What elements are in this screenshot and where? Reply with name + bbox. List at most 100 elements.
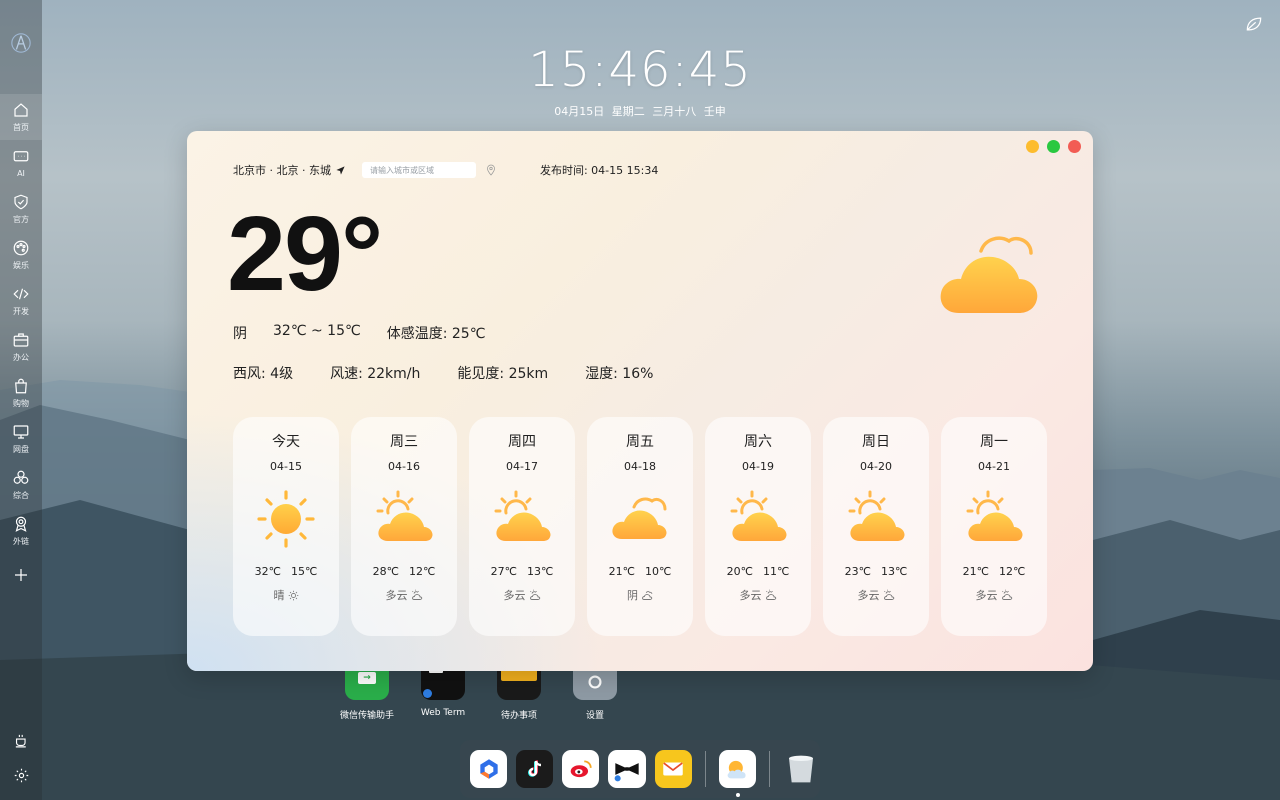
- forecast-temps: 20℃ 11℃: [727, 565, 790, 578]
- forecast-day: 周日: [862, 434, 890, 450]
- tiktok-icon: [527, 760, 541, 777]
- award-icon: [15, 516, 27, 532]
- add-category-button[interactable]: [0, 560, 42, 590]
- forecast-day: 周三: [390, 434, 418, 450]
- coffee-icon[interactable]: [13, 732, 30, 749]
- sidebar-item-label: 综合: [13, 491, 29, 500]
- sidebar-item-label: 娱乐: [13, 261, 29, 270]
- forecast-date: 04-21: [978, 460, 1010, 473]
- sidebar-item-office[interactable]: 办公: [0, 324, 42, 370]
- location-selector[interactable]: 北京市 · 北京 · 东城: [233, 162, 346, 178]
- forecast-condition: 多云: [740, 587, 777, 603]
- forecast-condition-text: 多云: [857, 589, 880, 602]
- running-indicator: [735, 793, 740, 797]
- sidebar-item-shopping[interactable]: 购物: [0, 370, 42, 416]
- dock-tiktok[interactable]: [516, 750, 554, 788]
- trash-icon: [789, 755, 814, 783]
- forecast-date: 04-19: [742, 460, 774, 473]
- forecast-high: 32℃: [254, 565, 281, 578]
- weather-app-icon: [727, 760, 746, 779]
- forecast-card[interactable]: 周六 04-19 20℃ 11℃ 多云: [705, 417, 811, 636]
- clock-date: 04月15日 星期二 三月十八 壬申: [554, 105, 726, 118]
- sidebar-item-netdisk[interactable]: 网盘: [0, 416, 42, 462]
- forecast-low: 12℃: [409, 565, 436, 578]
- dock-bowtie-app[interactable]: [608, 750, 646, 788]
- forecast-temps: 27℃ 13℃: [491, 565, 554, 578]
- forecast-day: 今天: [272, 434, 300, 450]
- palette-icon: [13, 240, 29, 256]
- partly-cloudy-icon: [962, 487, 1026, 551]
- partly-cloudy-icon: [726, 487, 790, 551]
- minimize-button[interactable]: [1026, 140, 1039, 153]
- bowtie-icon: [614, 763, 639, 782]
- city-search-input[interactable]: [361, 162, 476, 178]
- sidebar-item-official[interactable]: 官方: [0, 186, 42, 232]
- forecast-day: 周四: [508, 434, 536, 450]
- cloudy-icon: [608, 487, 672, 551]
- forecast-card[interactable]: 周五 04-18 21℃ 10℃ 阴: [587, 417, 693, 636]
- forecast-card[interactable]: 周日 04-20 23℃ 13℃ 多云: [823, 417, 929, 636]
- forecast-date: 04-17: [506, 460, 538, 473]
- sidebar-item-dev[interactable]: 开发: [0, 278, 42, 324]
- desktop-icon-label: 微信传输助手: [340, 711, 395, 721]
- forecast-high: 20℃: [726, 565, 753, 578]
- plus-icon: [15, 569, 27, 581]
- sidebar-item-label: 网盘: [13, 445, 29, 454]
- forecast-card[interactable]: 周四 04-17 27℃ 13℃ 多云: [469, 417, 575, 636]
- sidebar-item-label: 开发: [13, 307, 29, 316]
- weibo-icon: [570, 760, 592, 778]
- sidebar-item-entertainment[interactable]: 娱乐: [0, 232, 42, 278]
- sidebar-item-links[interactable]: 外链: [0, 508, 42, 554]
- clock-time: 15:46:45: [528, 42, 752, 98]
- forecast-high: 27℃: [490, 565, 517, 578]
- gear-icon[interactable]: [13, 767, 30, 784]
- desktop-icons: → 微信传输助手 Web Term 待办事项 设置: [340, 664, 622, 721]
- feels-like: 体感温度: 25℃: [386, 326, 486, 342]
- dock: [460, 740, 820, 798]
- weather-topbar: 北京市 · 北京 · 东城 发布时间: 04-15 15:34: [233, 162, 658, 178]
- dock-separator: [704, 751, 706, 787]
- navigation-arrow-icon: [336, 165, 345, 175]
- dock-mail[interactable]: [654, 750, 692, 788]
- forecast-condition: 多云: [858, 587, 895, 603]
- dock-weather[interactable]: [718, 750, 756, 797]
- forecast-temps: 32℃ 15℃: [255, 565, 318, 578]
- app-store-icon: [479, 759, 498, 779]
- shopping-bag-icon: [15, 378, 27, 394]
- forecast-card[interactable]: 周三 04-16 28℃ 12℃ 多云: [351, 417, 457, 636]
- desktop-icon-todo[interactable]: 待办事项: [492, 664, 546, 721]
- sidebar-item-label: AI: [17, 169, 25, 178]
- forecast-date: 04-15: [270, 460, 302, 473]
- current-details-row: 西风: 4级 风速: 22km/h 能见度: 25km 湿度: 16%: [233, 363, 690, 383]
- leaf-toggle-icon[interactable]: [1244, 14, 1264, 34]
- desktop-icon-settings[interactable]: 设置: [568, 664, 622, 721]
- chat-icon: [13, 151, 29, 162]
- location-pin-icon[interactable]: [486, 164, 496, 176]
- sun-icon: [254, 487, 318, 551]
- forecast-card[interactable]: 今天 04-15 32℃ 15℃ 晴: [233, 417, 339, 636]
- sidebar-item-label: 首页: [13, 123, 29, 132]
- dock-app-store[interactable]: [470, 750, 508, 788]
- desktop-icon-label: 待办事项: [500, 711, 537, 721]
- dock-weibo[interactable]: [562, 750, 600, 788]
- mail-icon: [663, 762, 683, 776]
- sidebar-item-label: 购物: [13, 399, 29, 408]
- maximize-button[interactable]: [1047, 140, 1060, 153]
- dock-trash[interactable]: [783, 750, 820, 788]
- forecast-temps: 28℃ 12℃: [373, 565, 436, 578]
- sidebar-item-general[interactable]: 综合: [0, 462, 42, 508]
- partly-cloudy-small-icon: [529, 589, 540, 600]
- partly-cloudy-icon: [490, 487, 554, 551]
- shield-check-icon: [14, 194, 28, 210]
- desktop-icon-webterm[interactable]: Web Term: [416, 664, 470, 721]
- weather-window: 北京市 · 北京 · 东城 发布时间: 04-15 15:34 29° 阴 32…: [187, 131, 1093, 671]
- forecast-card[interactable]: 周一 04-21 21℃ 12℃ 多云: [941, 417, 1047, 636]
- sidebar-item-label: 官方: [13, 215, 29, 224]
- forecast-high: 21℃: [608, 565, 635, 578]
- cloud-small-icon: [642, 591, 653, 600]
- forecast-low: 12℃: [999, 565, 1026, 578]
- forecast-date: 04-18: [624, 460, 656, 473]
- close-button[interactable]: [1068, 140, 1081, 153]
- desktop-icon-wechat-transfer[interactable]: → 微信传输助手: [340, 664, 394, 721]
- sidebar-item-ai[interactable]: AI: [0, 140, 42, 186]
